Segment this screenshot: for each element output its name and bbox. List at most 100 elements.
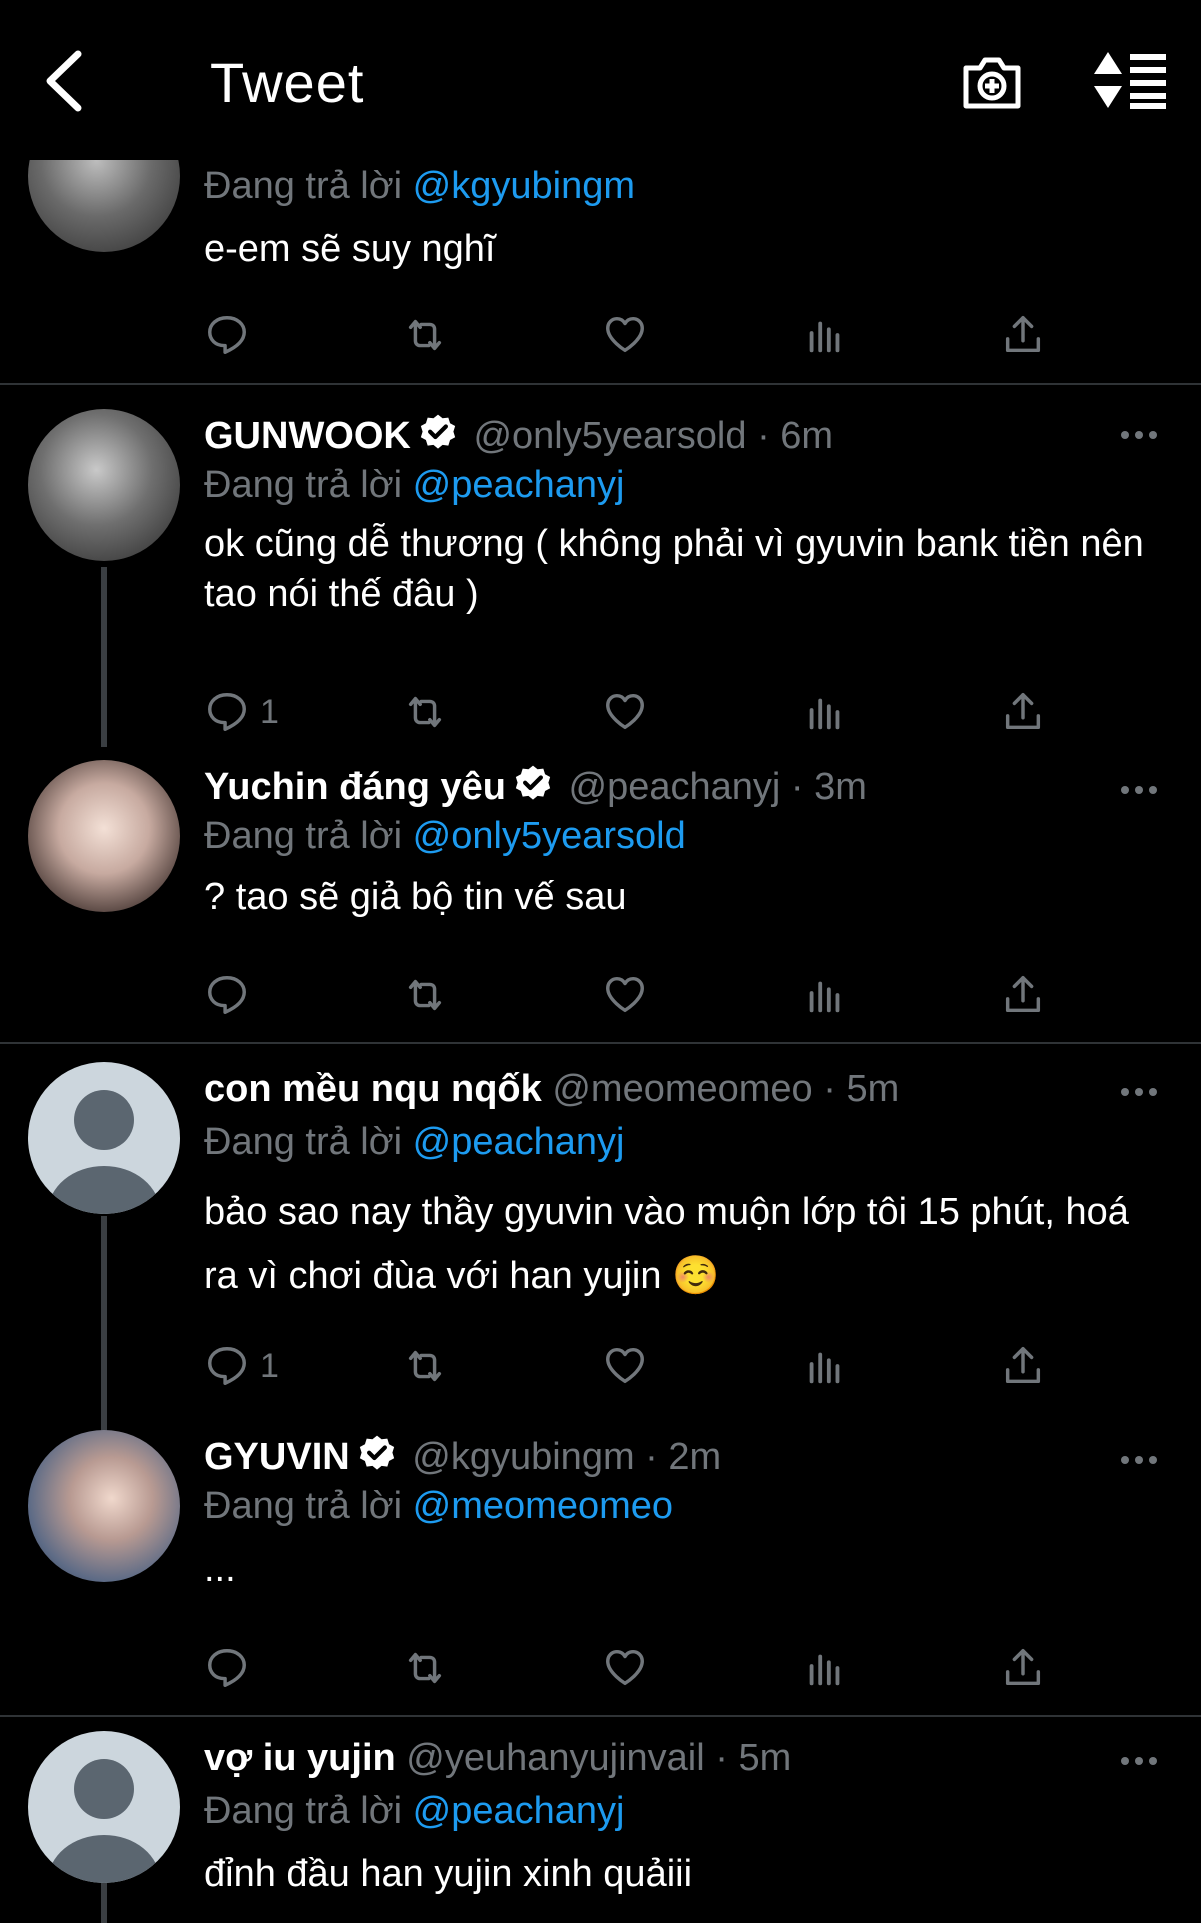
tweet-text: e-em sẽ suy nghĩ	[204, 228, 496, 270]
avatar-default[interactable]	[28, 1731, 180, 1883]
retweet-icon	[408, 696, 442, 728]
reply-context: Đang trả lời @peachanyj	[204, 464, 625, 506]
reply-button[interactable]: 1	[204, 687, 279, 737]
reply-count: 1	[260, 692, 279, 731]
top-bar: Tweet	[0, 0, 1201, 160]
display-name[interactable]: GYUVIN	[204, 1436, 350, 1478]
views-button[interactable]	[802, 310, 848, 360]
like-icon	[606, 1347, 644, 1384]
retweet-button[interactable]	[402, 1643, 448, 1693]
handle[interactable]: @only5yearsold	[473, 415, 746, 457]
like-button[interactable]	[602, 970, 648, 1020]
reply-to-link[interactable]: @peachanyj	[413, 1121, 625, 1163]
reply-context: Đang trả lời @peachanyj	[204, 1790, 625, 1832]
share-button[interactable]	[1000, 1341, 1046, 1391]
like-icon	[606, 693, 644, 730]
like-button[interactable]	[602, 1643, 648, 1693]
tweet-text: ? tao sẽ giả bộ tin vế sau	[204, 876, 627, 918]
back-icon[interactable]	[40, 48, 88, 114]
timestamp[interactable]: 5m	[846, 1068, 899, 1110]
retweet-button[interactable]	[402, 310, 448, 360]
avatar-gunwook[interactable]	[28, 409, 180, 561]
views-icon	[809, 321, 840, 353]
tweet-0[interactable]: Đang trả lời @kgyubingm e-em sẽ suy nghĩ	[0, 100, 1201, 385]
tweet-2[interactable]: Yuchin đáng yêu @peachanyj · 3m Đang trả…	[0, 740, 1201, 1044]
reply-context: Đang trả lời @kgyubingm	[204, 165, 636, 207]
timestamp[interactable]: 3m	[814, 766, 867, 808]
reply-button[interactable]	[204, 970, 250, 1020]
reply-feed: Đang trả lời @kgyubingm e-em sẽ suy nghĩ…	[0, 100, 1201, 1923]
reply-button[interactable]	[204, 1643, 250, 1693]
share-button[interactable]	[1000, 310, 1046, 360]
avatar-yuchin[interactable]	[28, 760, 180, 912]
share-button[interactable]	[1000, 1643, 1046, 1693]
reply-to-link[interactable]: @meomeomeo	[413, 1485, 673, 1527]
share-icon	[1005, 316, 1041, 353]
views-button[interactable]	[802, 1341, 848, 1391]
verified-icon	[359, 1435, 394, 1470]
reply-to-link[interactable]: @peachanyj	[413, 1790, 625, 1832]
share-icon	[1005, 976, 1041, 1013]
reply-to-link[interactable]: @peachanyj	[413, 464, 625, 506]
default-avatar-icon	[48, 1759, 160, 1883]
default-avatar-icon	[48, 1090, 160, 1214]
tweet-5[interactable]: vợ iu yujin @yeuhanyujinvail · 5m Đang t…	[0, 1717, 1201, 1923]
share-icon	[1005, 693, 1041, 730]
like-button[interactable]	[602, 1341, 648, 1391]
retweet-icon	[408, 979, 442, 1011]
reply-icon	[208, 693, 246, 731]
views-button[interactable]	[802, 1643, 848, 1693]
retweet-icon	[408, 1652, 442, 1684]
share-button[interactable]	[1000, 970, 1046, 1020]
handle[interactable]: @meomeomeo	[552, 1068, 812, 1110]
verified-icon	[515, 765, 551, 800]
tweet-header: GYUVIN @kgyubingm · 2m	[204, 1432, 1161, 1482]
views-icon	[809, 1352, 840, 1384]
retweet-button[interactable]	[402, 970, 448, 1020]
reply-icon	[208, 976, 246, 1014]
display-name[interactable]: vợ iu yujin	[204, 1737, 396, 1779]
reply-context: Đang trả lời @meomeomeo	[204, 1485, 674, 1527]
reply-button[interactable]: 1	[204, 1341, 279, 1391]
avatar-default[interactable]	[28, 1062, 180, 1214]
views-icon	[809, 981, 840, 1013]
display-name[interactable]: Yuchin đáng yêu	[204, 766, 506, 808]
handle[interactable]: @yeuhanyujinvail	[406, 1737, 704, 1779]
verified-icon	[420, 414, 456, 449]
views-icon	[809, 1654, 840, 1686]
camera-plus-icon[interactable]	[960, 50, 1024, 114]
reply-button[interactable]	[204, 310, 250, 360]
retweet-button[interactable]	[402, 1341, 448, 1391]
like-button[interactable]	[602, 310, 648, 360]
reply-icon	[208, 1649, 246, 1687]
handle[interactable]: @kgyubingm	[412, 1436, 634, 1478]
reply-count: 1	[260, 1346, 279, 1385]
tweet-3[interactable]: con mều nqu nqốk @meomeomeo · 5m Đang tr…	[0, 1044, 1201, 1474]
reply-to-link[interactable]: @only5yearsold	[413, 815, 686, 857]
reply-icon	[208, 316, 246, 354]
action-bar	[204, 1643, 1064, 1693]
share-button[interactable]	[1000, 687, 1046, 737]
display-name[interactable]: con mều nqu nqốk	[204, 1068, 542, 1110]
views-button[interactable]	[802, 687, 848, 737]
like-button[interactable]	[602, 687, 648, 737]
retweet-button[interactable]	[402, 687, 448, 737]
views-button[interactable]	[802, 970, 848, 1020]
reply-to-link[interactable]: @kgyubingm	[413, 165, 635, 207]
action-bar: 1	[204, 1341, 1064, 1391]
display-name[interactable]: GUNWOOK	[204, 415, 411, 457]
timestamp[interactable]: 2m	[668, 1436, 721, 1478]
tweet-header: con mều nqu nqốk @meomeomeo · 5m	[204, 1068, 900, 1110]
retweet-icon	[408, 1350, 442, 1382]
handle[interactable]: @peachanyj	[569, 766, 781, 808]
tweet-4[interactable]: GYUVIN @kgyubingm · 2m Đang trả lời @meo…	[0, 1410, 1201, 1717]
sort-icon[interactable]	[1092, 50, 1168, 110]
tweet-header: Yuchin đáng yêu @peachanyj · 3m	[204, 762, 1161, 812]
tweet-text: ok cũng dễ thương ( không phải vì gyuvin…	[204, 523, 1144, 615]
reply-context: Đang trả lời @peachanyj	[204, 1121, 625, 1163]
avatar-gyuvin[interactable]	[28, 1430, 180, 1582]
timestamp[interactable]: 5m	[738, 1737, 791, 1779]
timestamp[interactable]: 6m	[780, 415, 833, 457]
views-icon	[809, 698, 840, 730]
action-bar	[204, 310, 1064, 360]
